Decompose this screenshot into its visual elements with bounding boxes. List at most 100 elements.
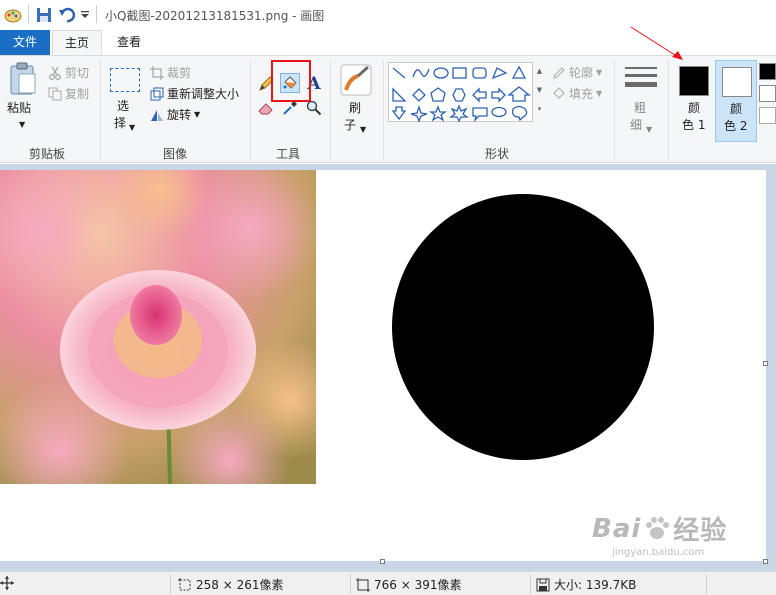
tools-group-label: 工具 (275, 147, 300, 161)
watermark-brand: Bai (592, 513, 642, 544)
palette-swatch-empty[interactable] (759, 107, 776, 124)
fill-label: 填充 (569, 87, 594, 101)
paint-app-icon[interactable] (4, 7, 22, 26)
palette-swatch-white[interactable] (759, 85, 776, 102)
image-size-text: 766 × 391像素 (374, 578, 462, 592)
tab-home[interactable]: 主页 (52, 30, 102, 55)
undo-icon[interactable] (58, 7, 76, 26)
size-label-line1: 粗 (634, 101, 647, 115)
chevron-down-icon: ▼ (194, 110, 201, 119)
cut-label: 剪切 (65, 66, 90, 80)
chevron-down-icon: ▼ (596, 68, 603, 77)
shapes-gallery-icons (391, 65, 531, 123)
resize-icon (150, 87, 164, 100)
outline-button[interactable]: 轮廓 ▼ (552, 64, 602, 81)
window-title: 小Q截图-20201213181531.png - 画图 (105, 9, 325, 23)
shapes-scrollbar[interactable]: ▲ ▼ ▾ (532, 62, 546, 122)
expand-gallery-icon[interactable]: ▾ (533, 100, 546, 119)
drawing-canvas[interactable]: Bai 经验 jingyan.baidu.com (0, 170, 766, 561)
resize-handle-bottom[interactable] (380, 559, 385, 564)
shapes-group-label: 形状 (484, 147, 509, 161)
color1-label-line1: 颜 (688, 101, 701, 115)
baidu-watermark: Bai 经验 jingyan.baidu.com (592, 510, 728, 559)
ribbon: 粘贴 ▼ 剪切 复制 剪贴板 选 择 ▼ 裁剪 重新调整大小 旋转 ▼ 图像 A… (0, 55, 776, 163)
titlebar-separator (96, 5, 97, 23)
line-width-icon (625, 67, 657, 87)
select-button[interactable]: 选 择 ▼ (106, 62, 142, 142)
shapes-gallery[interactable] (388, 62, 546, 123)
fill-button[interactable]: 填充 ▼ (552, 85, 602, 102)
eraser-icon (258, 103, 273, 115)
file-size: 大小: 139.7KB (536, 576, 636, 593)
chevron-down-icon: ▼ (596, 89, 603, 98)
group-separator (250, 60, 251, 160)
color1-button[interactable]: 颜 色 1 (673, 60, 715, 142)
select-label-line2: 择 (114, 116, 127, 130)
watermark-brand-cn: 经验 (673, 516, 728, 546)
magnifier-icon (306, 100, 322, 116)
status-separator (530, 574, 531, 593)
paw-icon (646, 516, 670, 539)
group-separator (330, 60, 331, 160)
image-size: 766 × 391像素 (356, 576, 462, 593)
file-size-text: 大小: 139.7KB (554, 578, 637, 592)
watermark-url: jingyan.baidu.com (612, 547, 705, 558)
status-separator (170, 574, 171, 593)
brushes-button[interactable]: 刷 子 ▼ (336, 62, 376, 142)
group-separator (668, 60, 669, 160)
chevron-down-icon: ▼ (129, 123, 136, 132)
annotation-highlight-box (271, 60, 311, 102)
select-label-line1: 选 (117, 99, 130, 113)
status-separator (350, 574, 351, 593)
resize-button[interactable]: 重新调整大小 (150, 85, 239, 102)
color2-label-line2: 色 2 (724, 119, 748, 133)
crop-icon (150, 65, 164, 80)
size-label-line2: 细 (630, 118, 643, 132)
cut-button[interactable]: 剪切 (48, 64, 89, 81)
chevron-down-icon: ▼ (19, 120, 26, 129)
tab-file[interactable]: 文件 (0, 30, 50, 55)
scroll-up-icon[interactable]: ▲ (533, 62, 546, 81)
group-separator (383, 60, 384, 160)
copy-icon (48, 87, 62, 100)
selection-size-text: 258 × 261像素 (196, 578, 284, 592)
rotate-button[interactable]: 旋转 ▼ (150, 106, 200, 123)
group-separator (614, 60, 615, 160)
chevron-down-icon: ▼ (360, 125, 367, 134)
tab-view[interactable]: 查看 (104, 30, 154, 55)
paste-label: 粘贴 (7, 101, 32, 115)
eyedropper-icon (283, 101, 297, 115)
rotate-label: 旋转 (167, 108, 192, 122)
color2-swatch (722, 67, 752, 97)
disk-icon (536, 578, 550, 591)
select-rectangle-icon (110, 68, 140, 92)
paste-button[interactable]: 粘贴 ▼ (4, 60, 42, 140)
annotation-arrow-icon (630, 26, 683, 60)
crop-label: 裁剪 (167, 66, 192, 80)
customize-quick-access-icon[interactable] (80, 9, 90, 23)
copy-button[interactable]: 复制 (48, 85, 89, 102)
selection-size: 258 × 261像素 (178, 576, 284, 593)
resize-handle-corner[interactable] (763, 559, 768, 564)
scissors-icon (49, 66, 61, 80)
resize-handle-right[interactable] (763, 361, 768, 366)
image-group-label: 图像 (162, 147, 187, 161)
outline-pen-icon (553, 66, 565, 79)
chevron-down-icon: ▼ (646, 125, 653, 134)
brush-icon (340, 64, 372, 96)
color1-label-line2: 色 1 (682, 118, 706, 132)
fill-bucket-icon (553, 86, 565, 99)
copy-label: 复制 (65, 87, 90, 101)
crop-button[interactable]: 裁剪 (150, 64, 191, 81)
status-separator (706, 574, 707, 593)
color2-button[interactable]: 颜 色 2 (715, 60, 757, 142)
cursor-position (0, 576, 14, 590)
clipboard-group-label: 剪贴板 (28, 147, 65, 161)
dahlia-photo (0, 170, 316, 484)
color1-swatch (679, 66, 709, 96)
palette-swatch-black[interactable] (759, 63, 776, 80)
save-icon[interactable] (36, 7, 52, 26)
size-button[interactable]: 粗 细 ▼ (620, 62, 662, 142)
scroll-down-icon[interactable]: ▼ (533, 81, 546, 100)
black-circle-shape (392, 194, 654, 460)
